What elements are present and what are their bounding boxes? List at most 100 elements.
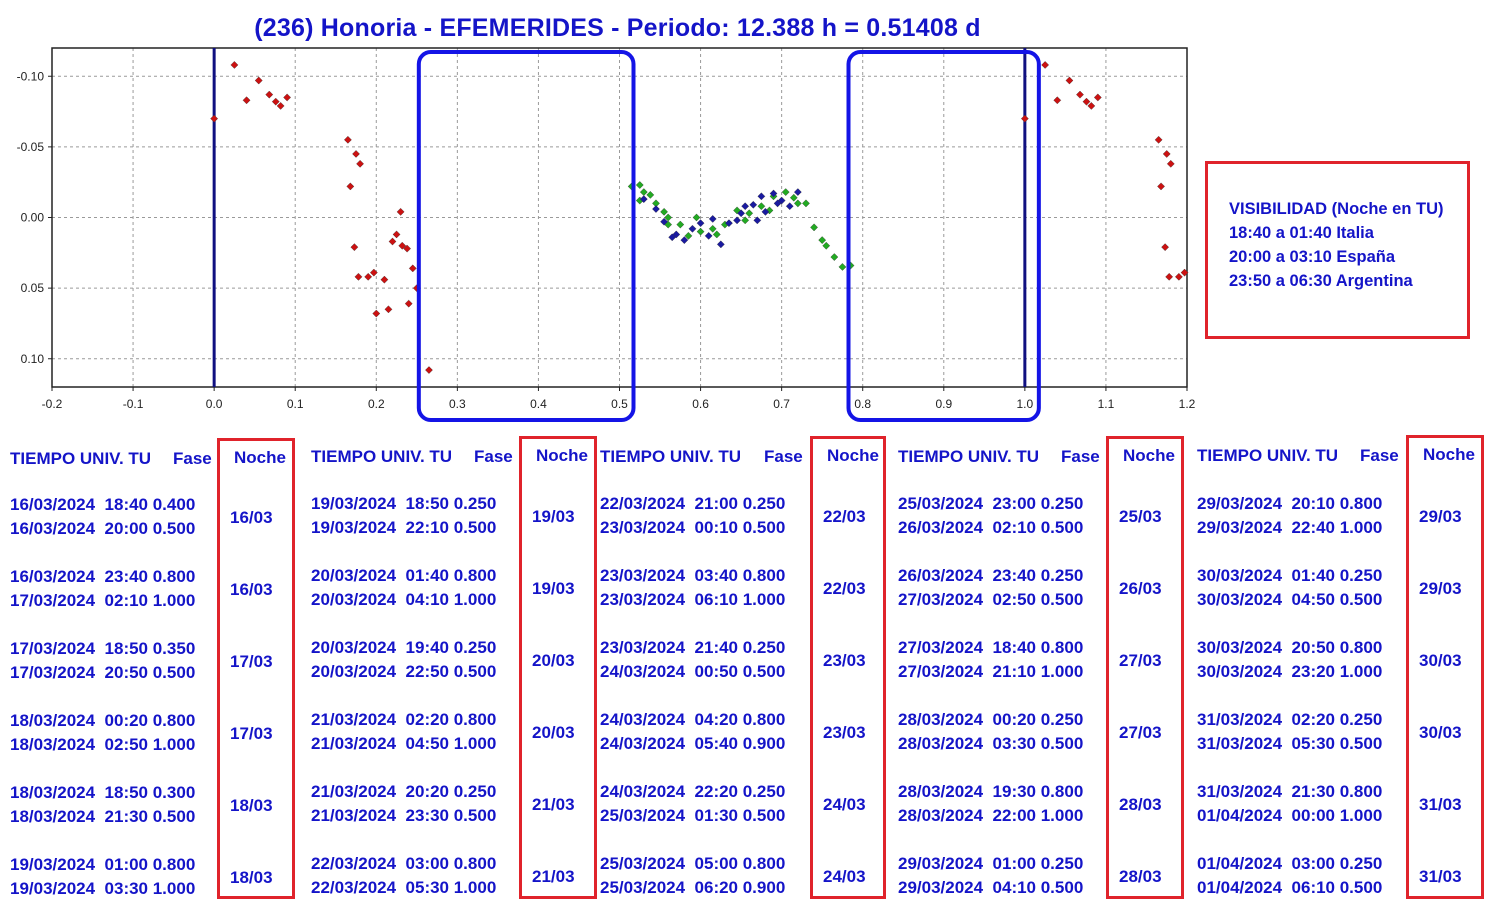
- data-point: [356, 159, 364, 168]
- row-line-start: 27/03/2024 18:40 0.800: [898, 638, 1084, 657]
- row-line-end: 18/03/2024 21:30 0.500: [10, 807, 196, 826]
- noche-value: 19/03: [532, 507, 575, 526]
- row-line-end: 29/03/2024 04:10 0.500: [898, 878, 1084, 897]
- noche-value: 26/03: [1119, 579, 1162, 598]
- table-row: 18/03/2024 18:50 0.300 18/03/2024 21:30 0…: [10, 781, 195, 829]
- data-point: [388, 237, 397, 246]
- noche-value: 17/03: [230, 724, 273, 743]
- row-line-end: 17/03/2024 02:10 1.000: [10, 591, 196, 610]
- noche-value: 27/03: [1119, 651, 1162, 670]
- row-line-start: 31/03/2024 21:30 0.800: [1197, 782, 1383, 801]
- x-tick-label: -0.1: [123, 397, 144, 411]
- table-row: 31/03/2024 02:20 0.250 31/03/2024 05:30 0…: [1197, 708, 1382, 756]
- data-point: [1161, 243, 1169, 252]
- data-point: [372, 309, 381, 318]
- table-row: 30/03/2024 20:50 0.800 30/03/2024 23:20 1…: [1197, 636, 1382, 684]
- noche-value: 18/03: [230, 868, 273, 887]
- data-point: [639, 188, 648, 196]
- noche-value: 19/03: [532, 579, 575, 598]
- table-row: 23/03/2024 21:40 0.250 24/03/2024 00:50 0…: [600, 636, 785, 684]
- row-line-end: 27/03/2024 21:10 1.000: [898, 662, 1084, 681]
- data-point: [692, 213, 701, 222]
- table-row: 29/03/2024 01:00 0.250 29/03/2024 04:10 0…: [898, 852, 1083, 900]
- row-line-end: 18/03/2024 02:50 1.000: [10, 735, 196, 754]
- data-point: [716, 240, 725, 249]
- col-header-noche: Noche: [536, 446, 588, 465]
- data-point: [688, 224, 697, 233]
- data-point: [1020, 114, 1029, 123]
- table-row: 01/04/2024 03:00 0.250 01/04/2024 06:10 0…: [1197, 852, 1382, 900]
- data-point: [425, 366, 433, 374]
- noche-value: 16/03: [230, 580, 273, 599]
- noche-value: 21/03: [532, 795, 575, 814]
- row-line-start: 21/03/2024 20:20 0.250: [311, 782, 497, 801]
- y-tick-label: -0.10: [17, 69, 45, 83]
- noche-value: 24/03: [823, 867, 866, 886]
- data-point: [757, 192, 766, 201]
- noche-value: 23/03: [823, 651, 866, 670]
- table-row: 21/03/2024 02:20 0.800 21/03/2024 04:50 1…: [311, 708, 496, 756]
- x-tick-label: 0.8: [854, 397, 871, 411]
- visibility-windows: [416, 50, 1041, 422]
- row-line-start: 25/03/2024 05:00 0.800: [600, 854, 786, 873]
- data-point: [708, 224, 717, 233]
- data-point: [652, 205, 660, 213]
- noche-value: 20/03: [532, 723, 575, 742]
- x-tick-label: 0.1: [287, 397, 304, 411]
- data-point: [344, 135, 352, 144]
- row-line-start: 22/03/2024 21:00 0.250: [600, 494, 786, 513]
- x-tick-label: 0.2: [368, 397, 385, 411]
- table-row: 24/03/2024 22:20 0.250 25/03/2024 01:30 0…: [600, 780, 785, 828]
- col-header-tiempo: TIEMPO UNIV. TU: [311, 447, 453, 466]
- data-point: [635, 181, 644, 189]
- data-point: [757, 202, 766, 211]
- row-line-end: 23/03/2024 00:10 0.500: [600, 518, 786, 537]
- row-line-end: 23/03/2024 06:10 1.000: [600, 590, 786, 609]
- data-point: [380, 275, 389, 284]
- row-line-end: 24/03/2024 05:40 0.900: [600, 734, 786, 753]
- col-header-fase: Fase: [1061, 447, 1100, 466]
- noche-value: 24/03: [823, 795, 866, 814]
- table-row: 21/03/2024 20:20 0.250 21/03/2024 23:30 0…: [311, 780, 496, 828]
- table-row: 28/03/2024 00:20 0.250 28/03/2024 03:30 0…: [898, 708, 1083, 756]
- noche-value: 16/03: [230, 508, 273, 527]
- col-header-tiempo: TIEMPO UNIV. TU: [1197, 446, 1339, 465]
- row-line-start: 26/03/2024 23:40 0.250: [898, 566, 1084, 585]
- noche-value: 21/03: [532, 867, 575, 886]
- noche-value: 28/03: [1119, 795, 1162, 814]
- row-line-start: 18/03/2024 18:50 0.300: [10, 783, 196, 802]
- data-point: [1175, 272, 1183, 281]
- data-point: [265, 90, 274, 99]
- col-header-fase: Fase: [764, 447, 803, 466]
- data-point: [1082, 97, 1091, 106]
- data-point: [822, 241, 831, 250]
- row-line-start: 28/03/2024 00:20 0.250: [898, 710, 1084, 729]
- table-row: 23/03/2024 03:40 0.800 23/03/2024 06:10 1…: [600, 564, 785, 612]
- row-line-end: 17/03/2024 20:50 0.500: [10, 663, 196, 682]
- data-point: [745, 209, 754, 218]
- row-line-end: 19/03/2024 03:30 1.000: [10, 879, 196, 898]
- data-point: [1041, 61, 1050, 69]
- noche-value: 29/03: [1419, 507, 1462, 526]
- row-line-end: 21/03/2024 23:30 0.500: [311, 806, 497, 825]
- data-point: [364, 272, 373, 281]
- table-row: 19/03/2024 01:00 0.800 19/03/2024 03:30 1…: [10, 853, 195, 901]
- visibility-window: [416, 50, 636, 422]
- data-point: [802, 199, 810, 208]
- data-point: [210, 114, 219, 123]
- row-line-end: 01/04/2024 00:00 1.000: [1197, 806, 1383, 825]
- data-point: [1162, 150, 1171, 158]
- visibility-box: VISIBILIDAD (Noche en TU) 18:40 a 01:40 …: [1205, 161, 1470, 339]
- visibility-heading: VISIBILIDAD (Noche en TU): [1229, 200, 1444, 218]
- data-point: [789, 193, 798, 202]
- row-line-start: 01/04/2024 03:00 0.250: [1197, 854, 1383, 873]
- row-line-end: 21/03/2024 04:50 1.000: [311, 734, 497, 753]
- noche-value: 22/03: [823, 579, 866, 598]
- row-line-end: 20/03/2024 22:50 0.500: [311, 662, 497, 681]
- row-line-start: 24/03/2024 04:20 0.800: [600, 710, 786, 729]
- y-tick-label: 0.00: [21, 211, 45, 225]
- data-point: [704, 231, 713, 240]
- table-row: 28/03/2024 19:30 0.800 28/03/2024 22:00 1…: [898, 780, 1083, 828]
- noche-value: 22/03: [823, 507, 866, 526]
- visibility-line: 23:50 a 06:30 Argentina: [1229, 272, 1413, 290]
